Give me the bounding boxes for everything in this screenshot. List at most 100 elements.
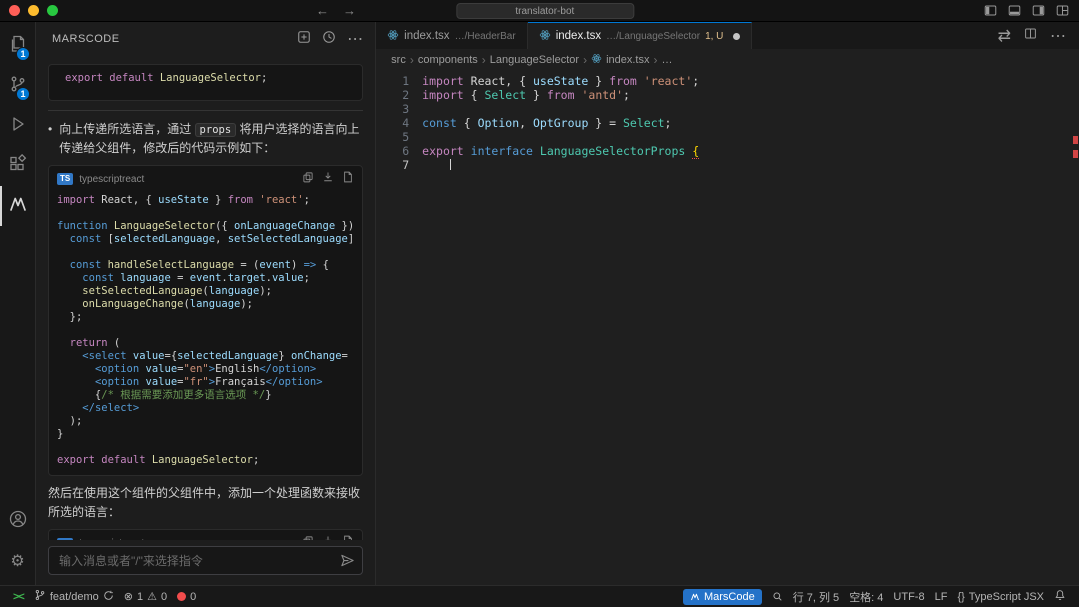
chat-paragraph-1: • 向上传递所选语言，通过 props 将用户选择的语言向上传递给父组件，修改后… <box>48 120 363 157</box>
sidebar-item-marscode[interactable] <box>0 186 35 226</box>
tab-problems-badge: 1, U <box>705 31 723 42</box>
eol-item[interactable]: LF <box>930 591 953 603</box>
minimize-window-button[interactable] <box>28 5 39 16</box>
sidebar-item-extensions[interactable] <box>0 146 35 186</box>
tab-label: index.tsx <box>556 30 601 42</box>
remote-indicator[interactable]: >< <box>8 586 29 607</box>
back-icon[interactable]: ← <box>316 3 329 18</box>
git-branch-item[interactable]: feat/demo <box>29 586 119 607</box>
marscode-panel: MARSCODE ⋯ export default LanguageSelect… <box>36 22 376 585</box>
notifications-item[interactable] <box>1049 589 1071 604</box>
editor-code-lines: 1import React, { useState } from 'react'… <box>376 74 1079 172</box>
remote-icon: >< <box>13 591 24 603</box>
history-icon[interactable] <box>322 30 336 49</box>
more-actions-icon[interactable]: ⋯ <box>347 29 363 49</box>
breadcrumb-index-tsx[interactable]: index.tsx <box>606 54 649 66</box>
settings-button[interactable]: ⚙ <box>0 541 35 581</box>
open-changes-icon[interactable]: ⇄ <box>998 26 1011 46</box>
toggle-sidebar-left-icon[interactable] <box>984 4 997 17</box>
zoom-window-button[interactable] <box>47 5 58 16</box>
overview-ruler[interactable] <box>1070 70 1079 585</box>
insert-code-icon[interactable] <box>322 170 334 188</box>
chat-code-block: TS typescriptreact <box>48 165 363 476</box>
problems-item[interactable]: ⊗ 1 ⚠ 0 <box>119 586 172 607</box>
error-marker <box>1073 150 1078 158</box>
breadcrumb-src[interactable]: src <box>391 54 406 66</box>
status-bar: >< feat/demo ⊗ 1 ⚠ 0 0 MarsCode <box>0 585 1079 607</box>
chat-input-area <box>36 540 375 585</box>
tab-label: index.tsx <box>404 30 449 42</box>
red-dot-icon <box>177 592 186 601</box>
window-title: translator-bot <box>515 6 574 17</box>
copy-code-icon[interactable] <box>302 170 314 188</box>
split-editor-icon[interactable] <box>1024 27 1037 45</box>
sync-icon <box>103 590 114 604</box>
chevron-right-icon: › <box>654 53 658 67</box>
chat-input[interactable] <box>48 546 363 575</box>
forward-icon[interactable]: → <box>343 3 356 18</box>
sidebar-item-explorer[interactable]: 1 <box>0 26 35 66</box>
accounts-button[interactable] <box>0 501 35 541</box>
search-status-item[interactable] <box>767 591 788 602</box>
breadcrumb: src › components › LanguageSelector › in… <box>376 49 1079 70</box>
marscode-label: MarsCode <box>704 591 755 603</box>
panel-title: MARSCODE <box>52 33 120 45</box>
indentation-item[interactable]: 空格: 4 <box>844 589 888 605</box>
code-language-label: typescriptreact <box>79 174 144 185</box>
vscode-window: ← → translator-bot <box>0 0 1079 607</box>
chat-paragraph-2: 然后在使用这个组件的父组件中，添加一个处理函数来接收所选的语言： <box>48 484 363 521</box>
new-chat-icon[interactable] <box>297 30 311 49</box>
editor-actions: ⇄ ⋯ <box>985 22 1079 49</box>
traffic-lights <box>9 5 58 16</box>
explorer-badge: 1 <box>16 47 30 61</box>
marscode-status-item[interactable]: MarsCode <box>683 589 762 605</box>
editor-code[interactable]: 1import React, { useState } from 'react'… <box>376 70 1079 585</box>
chat-code-block-2: TS typescriptreact <box>48 529 363 540</box>
react-file-icon <box>387 29 399 44</box>
command-center[interactable]: translator-bot <box>456 3 634 19</box>
branch-icon <box>34 589 46 604</box>
toggle-panel-icon[interactable] <box>1008 4 1021 17</box>
toggle-sidebar-right-icon[interactable] <box>1032 4 1045 17</box>
tab-index-tsx-headerbar[interactable]: index.tsx …/HeaderBar <box>376 22 528 49</box>
panel-header: MARSCODE ⋯ <box>36 22 375 56</box>
code-block-2-header: TS typescriptreact <box>49 530 362 540</box>
error-count: 1 <box>137 591 143 603</box>
run-debug-icon <box>8 114 28 139</box>
chat-code-lines: import React, { useState } from 'react';… <box>49 192 362 475</box>
cursor-position-item[interactable]: 行 7, 列 5 <box>788 589 844 605</box>
chevron-right-icon: › <box>583 53 587 67</box>
tab-index-tsx-languageselector[interactable]: index.tsx …/LanguageSelector 1, U <box>528 22 753 49</box>
extensions-icon <box>8 154 28 179</box>
send-icon[interactable] <box>340 553 355 573</box>
sidebar-item-source-control[interactable]: 1 <box>0 66 35 106</box>
warning-count: 0 <box>161 591 167 603</box>
message-divider <box>48 110 363 111</box>
unsaved-dot-icon[interactable] <box>733 33 740 40</box>
customize-layout-icon[interactable] <box>1056 4 1069 17</box>
marscode-icon <box>8 194 28 219</box>
account-icon <box>8 509 28 534</box>
editor-group: index.tsx …/HeaderBar index.tsx …/Langua… <box>376 22 1079 585</box>
sidebar-item-run-debug[interactable] <box>0 106 35 146</box>
encoding-item[interactable]: UTF-8 <box>888 591 929 603</box>
red-dot-item[interactable]: 0 <box>172 586 201 607</box>
ts-badge: TS <box>57 173 73 185</box>
breadcrumb-components[interactable]: components <box>418 54 478 66</box>
breadcrumb-symbol[interactable]: … <box>662 54 673 66</box>
new-file-icon[interactable] <box>342 170 354 188</box>
language-mode-item[interactable]: {} TypeScript JSX <box>952 591 1049 603</box>
close-window-button[interactable] <box>9 5 20 16</box>
breadcrumb-languageselector[interactable]: LanguageSelector <box>490 54 579 66</box>
tab-detail: …/LanguageSelector <box>606 31 700 42</box>
code-block-header: TS typescriptreact <box>49 166 362 192</box>
source-control-badge: 1 <box>16 87 30 101</box>
error-icon: ⊗ <box>124 590 133 603</box>
more-actions-icon[interactable]: ⋯ <box>1050 26 1066 46</box>
tab-detail: …/HeaderBar <box>455 31 516 42</box>
braces-icon: {} <box>957 591 964 603</box>
warning-icon: ⚠ <box>147 590 157 603</box>
error-marker <box>1073 136 1078 144</box>
tab-bar: index.tsx …/HeaderBar index.tsx …/Langua… <box>376 22 1079 49</box>
chat-code-fragment: export default LanguageSelector; <box>48 64 363 101</box>
